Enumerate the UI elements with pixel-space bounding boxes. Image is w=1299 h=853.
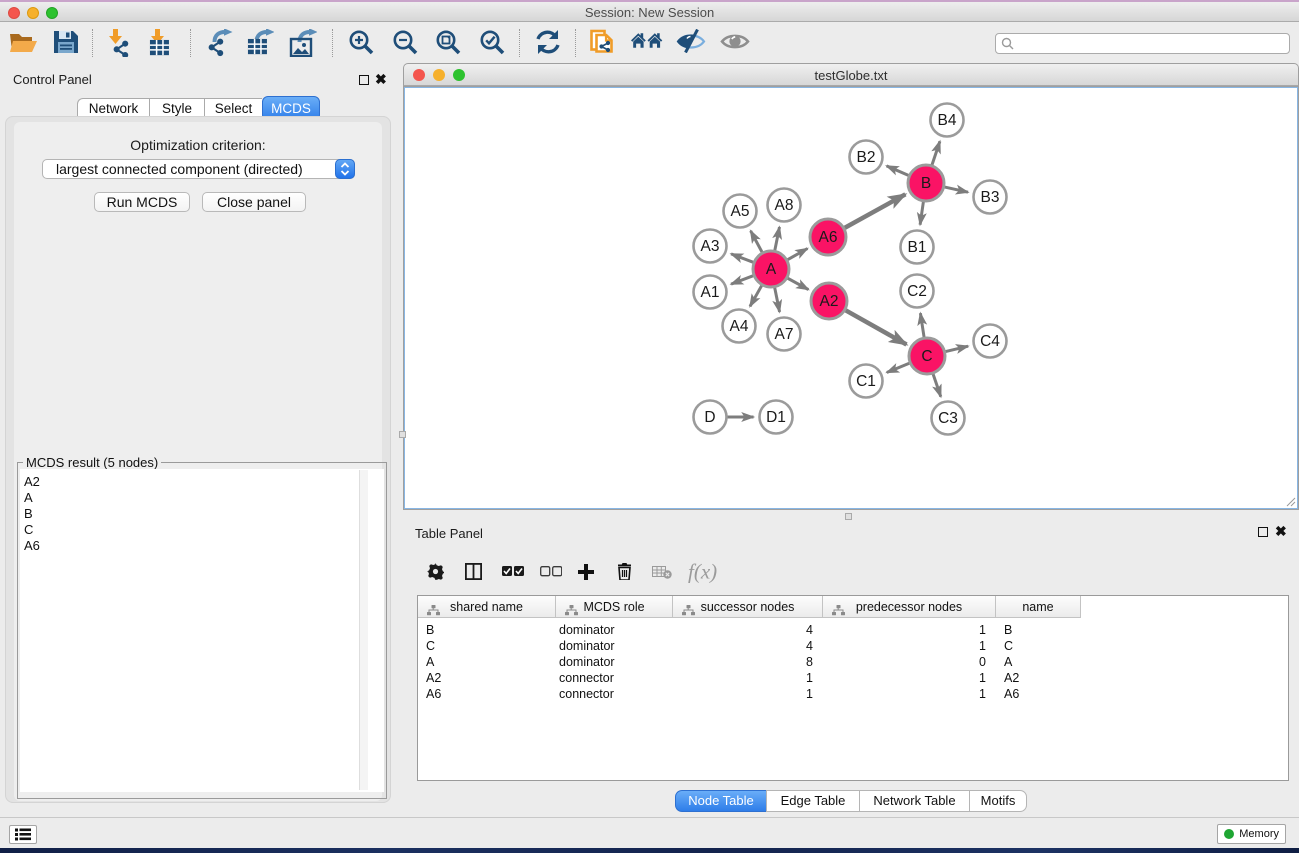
svg-text:A: A (766, 261, 777, 278)
svg-text:B: B (921, 175, 931, 192)
svg-text:A8: A8 (775, 197, 794, 214)
svg-text:A7: A7 (775, 326, 794, 343)
svg-text:B2: B2 (857, 149, 876, 166)
svg-text:A5: A5 (731, 203, 750, 220)
svg-text:B1: B1 (908, 239, 927, 256)
svg-text:A3: A3 (701, 238, 720, 255)
svg-text:A6: A6 (819, 229, 838, 246)
svg-text:A2: A2 (820, 293, 839, 310)
svg-text:C: C (921, 348, 932, 365)
svg-text:C3: C3 (938, 410, 958, 427)
svg-text:B4: B4 (938, 112, 957, 129)
svg-text:C1: C1 (856, 373, 876, 390)
svg-text:C2: C2 (907, 283, 927, 300)
svg-text:A4: A4 (730, 318, 749, 335)
svg-text:D1: D1 (766, 409, 786, 426)
svg-text:C4: C4 (980, 333, 1000, 350)
svg-text:A1: A1 (701, 284, 720, 301)
svg-text:B3: B3 (981, 189, 1000, 206)
svg-text:D: D (704, 409, 715, 426)
